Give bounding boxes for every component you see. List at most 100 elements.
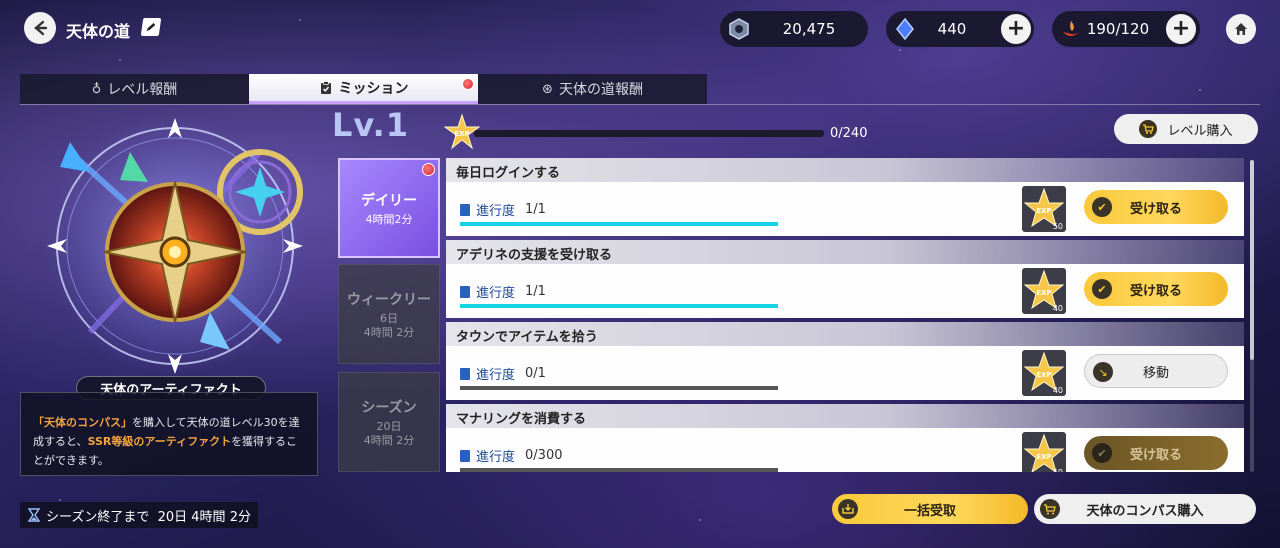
notification-badge <box>462 78 474 90</box>
progress-value: 0/1 <box>525 366 546 381</box>
reward-amount: 40 <box>1052 386 1063 395</box>
medal-icon: ♁ <box>91 81 102 97</box>
check-icon: ✔ <box>1092 279 1112 299</box>
exp-reward: EXP 40 <box>1022 350 1066 396</box>
category-name: デイリー <box>361 192 417 209</box>
category-daily[interactable]: デイリー 4時間2分 <box>338 158 440 258</box>
tab-label: ミッション <box>338 80 409 97</box>
level-progress-bar <box>474 130 824 137</box>
claim-all-button[interactable]: 一括受取 <box>832 494 1028 524</box>
progress-value: 1/1 <box>525 202 546 217</box>
tab-label: レベル報酬 <box>107 82 178 98</box>
shortcut-arrow-icon: ↘ <box>1093 362 1113 382</box>
tab-label: 天体の道報酬 <box>558 82 643 98</box>
mission-progress-bar <box>460 468 778 472</box>
level-label: Lv.1 <box>332 106 410 144</box>
mission-progress-bar <box>460 386 778 390</box>
reward-amount: 40 <box>1052 304 1063 313</box>
compass-purchase-button[interactable]: 天体のコンパス購入 <box>1034 494 1256 524</box>
hourglass-icon <box>28 508 40 522</box>
mission-title: マナリングを消費する <box>446 404 1244 428</box>
claim-button-disabled[interactable]: ✔ 受け取る <box>1084 436 1228 470</box>
level-progress-text: 0/240 <box>830 126 868 141</box>
mission-scrollbar[interactable] <box>1250 160 1254 472</box>
mission-body: 進行度 0/1 EXP 40 ↘ 移動 <box>446 346 1244 400</box>
artifact-description: 「天体のコンパス」を購入して天体の道レベル30を達成すると、SSR等級のアーティ… <box>20 392 318 476</box>
inbox-icon <box>838 499 858 519</box>
mission-progress-bar <box>460 304 778 308</box>
claim-button[interactable]: ✔ 受け取る <box>1084 190 1228 224</box>
exp-reward: EXP 50 <box>1022 432 1066 472</box>
tab-celestial-rewards[interactable]: ⊛ 天体の道報酬 <box>478 74 707 104</box>
book-icon <box>460 367 470 380</box>
pencil-icon <box>146 23 156 31</box>
compass-highlight: 「天体のコンパス」 <box>33 416 132 429</box>
tab-missions[interactable]: ミッション <box>249 74 478 104</box>
level-purchase-button[interactable]: レベル購入 <box>1114 114 1258 144</box>
tab-level-rewards[interactable]: ♁ レベル報酬 <box>20 74 249 104</box>
home-button[interactable] <box>1226 14 1256 44</box>
move-button-label: 移動 <box>1142 365 1169 381</box>
compass-purchase-label: 天体のコンパス購入 <box>1086 503 1204 519</box>
progress-label: 進行度 1/1 <box>460 282 546 301</box>
progress-value: 1/1 <box>525 284 546 299</box>
page-title: 天体の道 <box>66 22 131 41</box>
gem-amount: 20,475 <box>782 20 836 38</box>
season-end-text: シーズン終了まで 20日 4時間 2分 <box>46 509 251 525</box>
artifact-illustration <box>45 116 305 376</box>
mission-progress-bar <box>460 222 778 226</box>
check-icon: ✔ <box>1092 197 1112 217</box>
add-crystal-button[interactable]: + <box>1001 14 1031 44</box>
progress-label-text: 進行度 <box>476 368 516 383</box>
claim-button-label: 受け取る <box>1129 283 1182 299</box>
level-purchase-label: レベル購入 <box>1167 123 1233 139</box>
mission-body: 進行度 1/1 EXP 40 ✔ 受け取る <box>446 264 1244 318</box>
mission-progress-fill <box>460 222 778 226</box>
exp-reward: EXP 40 <box>1022 268 1066 314</box>
claim-button-label: 受け取る <box>1129 201 1182 217</box>
mission-list[interactable]: 毎日ログインする 進行度 1/1 EXP 50 ✔ 受け取る アデリネの支援を受… <box>446 158 1246 472</box>
tab-bar: ♁ レベル報酬 ミッション ⊛ 天体の道報酬 <box>20 74 707 104</box>
category-name: ウィークリー <box>347 291 431 308</box>
exp-star-text: EXP <box>1036 289 1051 297</box>
reward-amount: 50 <box>1053 468 1063 472</box>
season-end-timer: シーズン終了まで 20日 4時間 2分 <box>20 502 258 528</box>
mission-item: マナリングを消費する 進行度 0/300 EXP 50 ✔ 受け取る <box>446 404 1244 472</box>
progress-label: 進行度 0/1 <box>460 364 546 383</box>
plus-icon: + <box>1171 16 1191 41</box>
back-arrow-icon <box>34 20 48 36</box>
category-weekly[interactable]: ウィークリー 6日 4時間 2分 <box>338 264 440 364</box>
progress-value: 0/300 <box>525 448 563 463</box>
exp-star-text: EXP <box>1036 371 1051 379</box>
progress-label-text: 進行度 <box>476 450 516 465</box>
mission-body: 進行度 1/1 EXP 50 ✔ 受け取る <box>446 182 1244 236</box>
category-season[interactable]: シーズン 20日 4時間 2分 <box>338 372 440 472</box>
claim-button[interactable]: ✔ 受け取る <box>1084 272 1228 306</box>
reward-amount: 50 <box>1052 222 1063 231</box>
guide-icon[interactable] <box>140 18 162 36</box>
scrollbar-thumb[interactable] <box>1250 160 1254 360</box>
category-time: 20日 4時間 2分 <box>363 419 415 447</box>
gem-currency-display: 20,475 <box>720 11 868 47</box>
notification-badge <box>422 163 435 176</box>
claim-button-label: 受け取る <box>1129 447 1182 463</box>
check-icon: ✔ <box>1092 443 1112 463</box>
move-button[interactable]: ↘ 移動 <box>1084 354 1228 388</box>
book-icon <box>460 449 470 462</box>
mission-item: タウンでアイテムを拾う 進行度 0/1 EXP 40 ↘ 移動 <box>446 322 1244 400</box>
progress-label: 進行度 1/1 <box>460 200 546 219</box>
back-button[interactable] <box>24 12 56 44</box>
ssr-highlight: SSR等級のアーティファクト <box>87 435 232 448</box>
exp-star-text: EXP <box>454 130 469 138</box>
mission-progress-fill <box>460 304 778 308</box>
category-name: シーズン <box>361 399 417 416</box>
exp-star-text: EXP <box>1036 207 1051 215</box>
add-stamina-button[interactable]: + <box>1166 14 1196 44</box>
progress-label: 進行度 0/300 <box>460 446 562 465</box>
compass-icon: ⊛ <box>542 81 553 97</box>
mission-title: アデリネの支援を受け取る <box>446 240 1244 264</box>
home-icon <box>1235 23 1247 35</box>
cart-icon <box>1040 499 1060 519</box>
mission-item: アデリネの支援を受け取る 進行度 1/1 EXP 40 ✔ 受け取る <box>446 240 1244 318</box>
book-icon <box>460 203 470 216</box>
